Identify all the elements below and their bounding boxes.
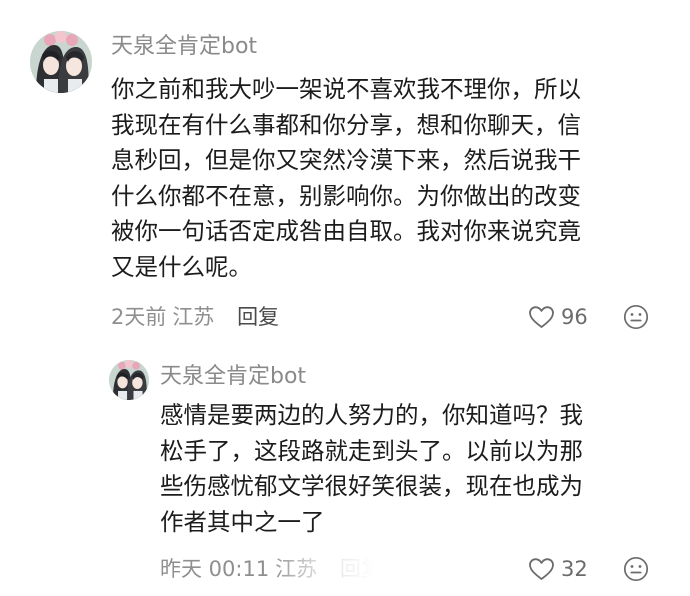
username[interactable]: 天泉全肯定bot <box>111 34 257 60</box>
emoji-reaction-button[interactable] <box>623 304 649 330</box>
comment-line: 又是什么呢。 <box>111 252 252 281</box>
comment-line: 作者其中之一了 <box>160 507 325 536</box>
timestamp: 昨天 00:11 <box>160 557 270 581</box>
location: 江苏 <box>172 305 215 329</box>
comment-meta: 昨天 00:11 江苏 回复 <box>160 556 382 582</box>
avatar[interactable] <box>109 360 149 400</box>
like-count: 32 <box>561 557 588 581</box>
avatar-image <box>30 31 92 93</box>
avatar[interactable] <box>30 31 92 93</box>
comment-text: 你之前和我大吵一架说不喜欢我不理你，所以 我现在有什么事都和你分享，想和你聊天，… <box>111 72 581 285</box>
comment-line: 我现在有什么事都和你分享，想和你聊天，信 <box>111 110 581 139</box>
username[interactable]: 天泉全肯定bot <box>160 364 306 390</box>
comment-line: 松手了，这段路就走到头了。以前以为那 <box>160 436 583 465</box>
comment-meta: 2天前 江苏 回复 <box>111 304 279 330</box>
avatar-image <box>109 360 149 400</box>
heart-outline-icon <box>529 306 554 328</box>
heart-outline-icon <box>529 558 554 580</box>
reply-button[interactable]: 回复 <box>340 557 382 581</box>
like-count: 96 <box>561 305 588 329</box>
emoji-icon <box>623 556 649 582</box>
comment-line: 被你一句话否定成咎由自取。我对你来说究竟 <box>111 217 581 245</box>
comment-line: 你之前和我大吵一架说不喜欢我不理你，所以 <box>111 75 581 103</box>
like-button[interactable]: 32 <box>528 556 588 582</box>
location: 江苏 <box>275 557 318 581</box>
like-button[interactable]: 96 <box>528 304 588 330</box>
comment-line: 息秒回，但是你又突然冷漠下来，然后说我干 <box>111 146 581 174</box>
reply-button[interactable]: 回复 <box>237 305 279 329</box>
comment-text: 感情是要两边的人努力的，你知道吗？我 松手了，这段路就走到头了。以前以为那 些伤… <box>160 398 583 540</box>
comment-line: 什么你都不在意，别影响你。为你做出的改变 <box>111 181 581 210</box>
comment-line: 感情是要两边的人努力的，你知道吗？我 <box>160 401 583 429</box>
timestamp: 2天前 <box>111 305 167 329</box>
comment-line: 些伤感忧郁文学很好笑很装，现在也成为 <box>160 472 583 500</box>
emoji-icon <box>623 304 649 330</box>
emoji-reaction-button[interactable] <box>623 556 649 582</box>
